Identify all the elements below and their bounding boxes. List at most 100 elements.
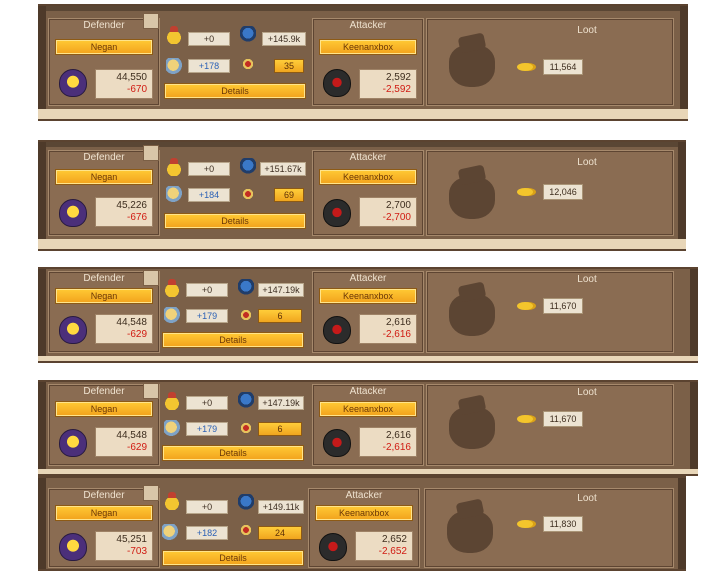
attacker-stats: 2,592 -2,592 — [359, 69, 417, 99]
details-button[interactable]: Details — [162, 332, 304, 348]
defender-name: Negan — [55, 169, 153, 185]
attacker-panel: Attacker Keenanxbox 2,616 -2,616 — [312, 384, 424, 466]
blue-value: +179 — [186, 422, 228, 436]
attacker-name: Keenanxbox — [319, 288, 417, 304]
orb-icon — [166, 26, 182, 44]
attacker-trophy-delta: -2,616 — [382, 442, 411, 453]
ground-strip — [38, 356, 698, 361]
top-bar — [38, 6, 688, 11]
defender-panel: Defender Negan 44,550 -670 — [48, 13, 160, 106]
defender-name: Negan — [55, 401, 153, 417]
loot-panel: Loot 11,670 — [426, 384, 674, 466]
attacker-panel: Attacker Keenanxbox 2,616 -2,616 — [312, 271, 424, 353]
details-button[interactable]: Details — [162, 550, 304, 566]
knight-icon — [164, 307, 180, 323]
knight-icon — [162, 524, 178, 540]
defender-trophies: 44,550 — [116, 72, 147, 83]
defender-trophy-delta: -670 — [126, 84, 147, 95]
defender-panel: Defender Negan 45,251 -703 — [48, 485, 160, 568]
attacker-trophy-delta: -2,592 — [382, 84, 411, 95]
scroll-icon — [143, 13, 159, 29]
attacker-trophy-delta: -2,700 — [382, 212, 411, 223]
defender-stats: 44,548 -629 — [95, 427, 153, 457]
loot-header: Loot — [577, 387, 597, 398]
attacker-shield-icon — [323, 69, 351, 97]
left-edge — [38, 269, 46, 361]
defender-trophies: 44,548 — [116, 317, 147, 328]
defender-name: Negan — [55, 505, 153, 521]
caduceus-value: 35 — [274, 59, 304, 73]
attacker-header: Attacker — [349, 152, 387, 163]
attacker-panel: Attacker Keenanxbox 2,652 -2,652 — [308, 488, 420, 568]
defender-panel: Defender Negan 45,226 -676 — [48, 145, 160, 236]
left-edge — [38, 382, 46, 474]
defender-shield-icon — [59, 69, 87, 97]
details-button[interactable]: Details — [164, 213, 306, 229]
loot-panel: Loot 11,670 — [426, 271, 674, 353]
loot-panel: Loot 11,564 — [426, 18, 674, 106]
attacker-shield-icon — [323, 199, 351, 227]
ground-strip — [38, 469, 698, 474]
loot-header: Loot — [577, 25, 597, 36]
right-edge — [678, 142, 686, 249]
defender-trophy-delta: -629 — [126, 329, 147, 340]
defender-shield-icon — [59, 316, 87, 344]
attacker-header: Attacker — [349, 386, 387, 397]
caduceus-icon — [240, 56, 256, 72]
loot-panel: Loot 11,830 — [424, 488, 674, 568]
caduceus-value: 69 — [274, 188, 304, 202]
orb-icon — [164, 279, 180, 297]
coin-icon — [517, 301, 541, 311]
top-bar — [38, 142, 686, 147]
attacker-trophies: 2,616 — [385, 430, 411, 441]
blue-value: +179 — [186, 309, 228, 323]
attacker-stats: 2,700 -2,700 — [359, 197, 417, 227]
crest-icon — [238, 494, 254, 510]
attacker-trophy-delta: -2,616 — [382, 329, 411, 340]
defender-panel: Defender Negan 44,548 -629 — [48, 383, 160, 466]
loot-bag-icon — [443, 498, 497, 553]
attacker-header: Attacker — [349, 20, 387, 31]
defender-stats: 44,548 -629 — [95, 314, 153, 344]
attacker-shield-icon — [323, 429, 351, 457]
left-edge — [38, 478, 46, 569]
crest-icon — [238, 392, 254, 408]
blue-value: +184 — [188, 188, 230, 202]
attacker-name: Keenanxbox — [315, 505, 413, 521]
loot-header: Loot — [577, 157, 597, 168]
defender-shield-icon — [59, 533, 87, 561]
ground-strip — [38, 109, 688, 119]
scroll-icon — [143, 145, 159, 161]
blue-value: +178 — [188, 59, 230, 73]
loot-value: 11,564 — [543, 59, 583, 75]
orb-value: +0 — [186, 396, 228, 410]
loot-value: 11,670 — [543, 411, 583, 427]
caduceus-icon — [238, 420, 254, 436]
attacker-name: Keenanxbox — [319, 169, 417, 185]
defender-name: Negan — [55, 288, 153, 304]
caduceus-value: 24 — [258, 526, 302, 540]
details-button[interactable]: Details — [162, 445, 304, 461]
knight-icon — [166, 58, 182, 74]
details-button[interactable]: Details — [164, 83, 306, 99]
loot-bag-icon — [445, 32, 499, 87]
crest-value: +149.11k — [258, 500, 304, 514]
defender-trophy-delta: -629 — [126, 442, 147, 453]
scroll-icon — [143, 485, 159, 501]
attacker-name: Keenanxbox — [319, 39, 417, 55]
loot-bag-icon — [445, 164, 499, 219]
defender-name: Negan — [55, 39, 153, 55]
attacker-name: Keenanxbox — [319, 401, 417, 417]
orb-icon — [164, 492, 180, 510]
knight-icon — [166, 186, 182, 202]
right-edge — [690, 269, 698, 361]
battle-report-row: Defender Negan 44,548 -629 +0 +147.19k +… — [38, 380, 698, 476]
defender-shield-icon — [59, 199, 87, 227]
loot-header: Loot — [577, 493, 597, 504]
coin-icon — [517, 187, 541, 197]
blue-value: +182 — [186, 526, 228, 540]
loot-value: 11,670 — [543, 298, 583, 314]
attacker-trophy-delta: -2,652 — [378, 546, 407, 557]
defender-trophies: 45,251 — [116, 534, 147, 545]
crest-icon — [238, 279, 254, 295]
